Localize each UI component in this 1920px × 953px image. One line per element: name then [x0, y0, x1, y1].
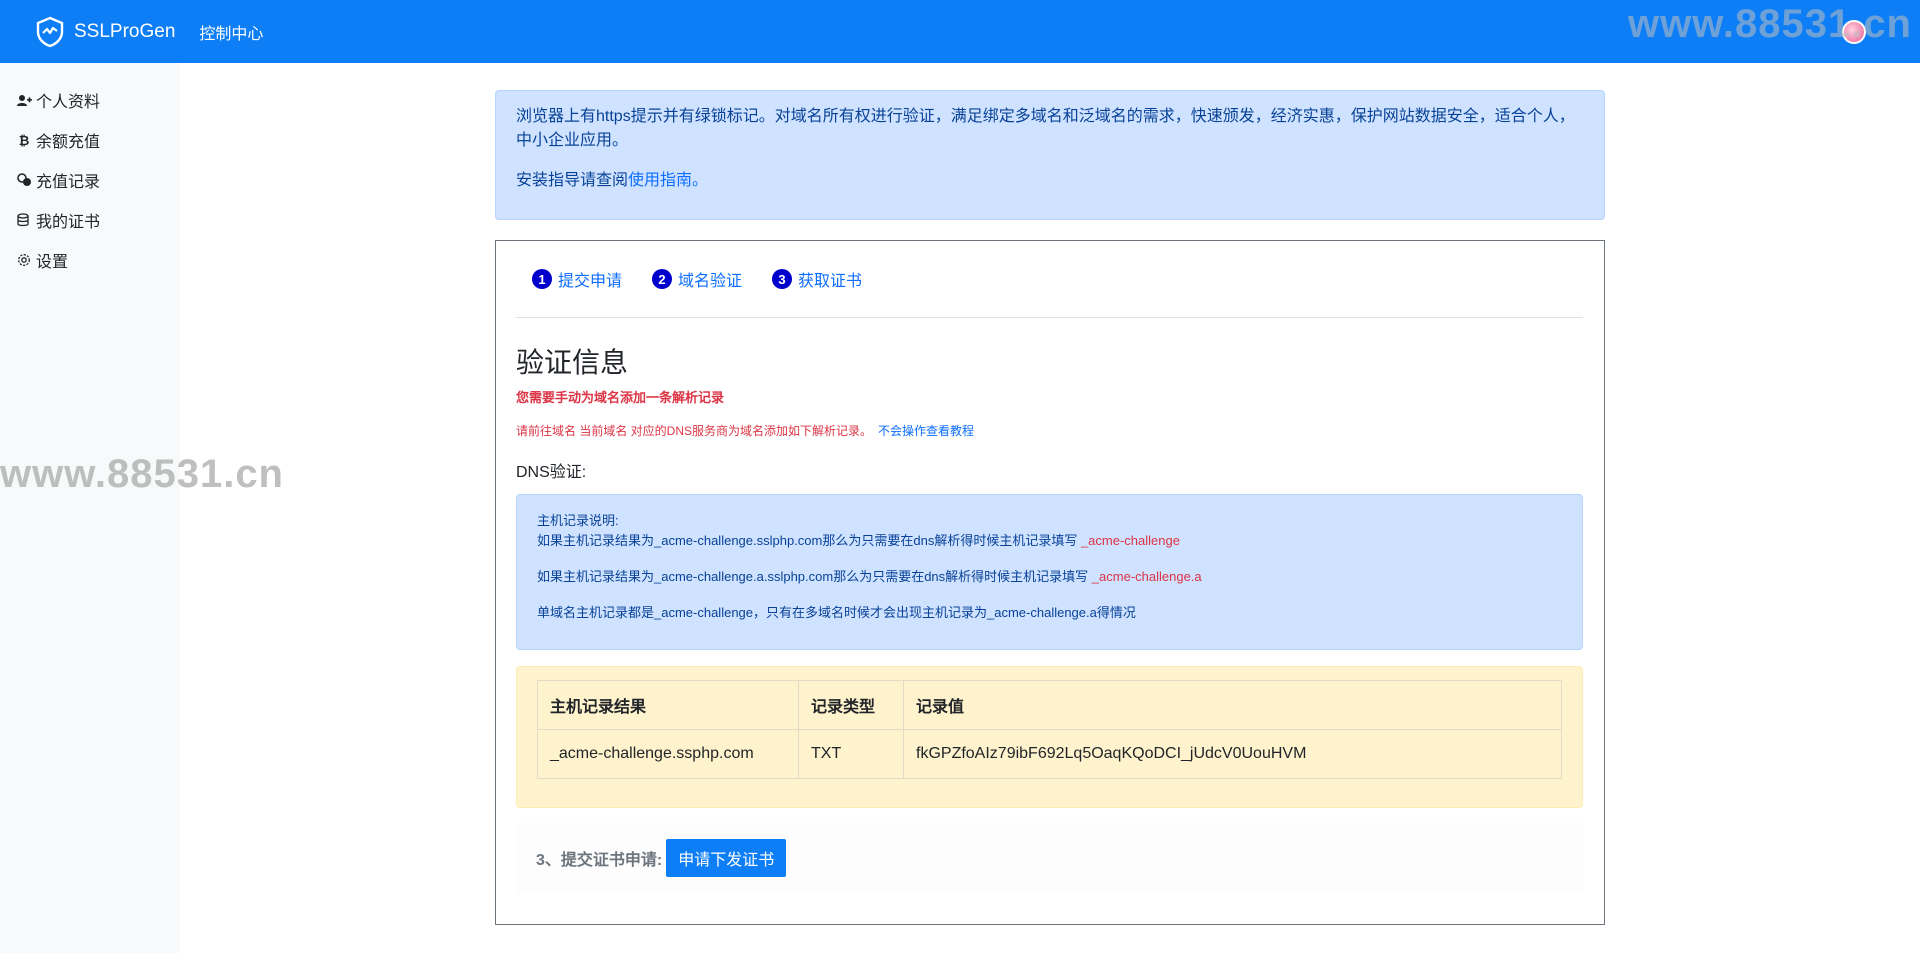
table-header-row: 主机记录结果 记录类型 记录值 [537, 680, 1562, 730]
coins-icon [16, 173, 32, 187]
column-header: 记录值 [903, 680, 1562, 730]
record-type-cell[interactable]: TXT [798, 729, 904, 779]
sidebar-item-recharge[interactable]: ₿ 余额充值 [0, 120, 180, 160]
step-number: 1 [532, 269, 552, 289]
brand-name: SSLProGen [74, 20, 176, 42]
warning-line: 请前往域名 当前域名 对应的DNS服务商为域名添加如下解析记录。 不会操作查看教程 [516, 422, 974, 439]
warning-text: 请前往域名 当前域名 对应的DNS服务商为域名添加如下解析记录。 [516, 424, 873, 438]
dns-verify-label: DNS验证: [516, 464, 587, 481]
submit-row: 3、提交证书申请: 申请下发证书 [516, 823, 1583, 893]
notes-line-2: 如果主机记录结果为_acme-challenge.a.sslphp.com那么为… [537, 567, 1562, 587]
table-row: _acme-challenge.ssphp.com TXT fkGPZfoAIz… [537, 729, 1562, 779]
dns-record-panel: 主机记录结果 记录类型 记录值 _acme-challenge.ssphp.co… [516, 666, 1583, 808]
step-number: 3 [772, 269, 793, 289]
sidebar-item-label: 我的证书 [36, 214, 101, 231]
step-tabs: 1 提交申请 2 域名验证 3 获取证书 [532, 267, 892, 291]
step-label: 获取证书 [798, 273, 863, 290]
usage-guide-link[interactable]: 使用指南 [628, 172, 692, 189]
divider [516, 317, 1583, 318]
sidebar-item-my-certificates[interactable]: 我的证书 [0, 200, 180, 240]
warning-bold: 您需要手动为域名添加一条解析记录 [516, 390, 725, 405]
watermark-top: www.88531.cn [1628, 2, 1912, 46]
gear-icon [16, 253, 32, 267]
guide-suffix: 。 [692, 172, 709, 189]
sidebar-item-label: 个人资料 [36, 94, 101, 111]
database-icon [16, 213, 32, 227]
top-navbar: SSLProGen 控制中心 www.88531.cn [0, 0, 1920, 63]
host-record-cell[interactable]: _acme-challenge.ssphp.com [537, 729, 799, 779]
notes-highlight: _acme-challenge.a [1091, 569, 1202, 584]
submit-label: 3、提交证书申请: [536, 852, 663, 869]
sidebar-item-label: 充值记录 [36, 174, 101, 191]
step-submit[interactable]: 1 提交申请 [532, 267, 622, 291]
step-domain-verify[interactable]: 2 域名验证 [652, 267, 742, 291]
dns-record-table: 主机记录结果 记录类型 记录值 _acme-challenge.ssphp.co… [537, 680, 1562, 779]
notes-highlight: _acme-challenge [1080, 533, 1180, 548]
bitcoin-icon: ₿ [18, 132, 30, 148]
sidebar: 个人资料 ₿ 余额充值 充值记录 我的证书 设置 [0, 63, 180, 953]
issue-certificate-button[interactable]: 申请下发证书 [666, 839, 787, 877]
sidebar-item-settings[interactable]: 设置 [0, 240, 180, 280]
tutorial-link[interactable]: 不会操作查看教程 [878, 424, 974, 438]
host-record-notes: 主机记录说明: 如果主机记录结果为_acme-challenge.sslphp.… [516, 494, 1583, 650]
guide-prefix: 安装指导请查阅 [516, 172, 629, 189]
notes-title: 主机记录说明: [537, 513, 619, 528]
sidebar-item-profile[interactable]: 个人资料 [0, 80, 180, 120]
column-header: 记录类型 [798, 680, 904, 730]
step-label: 提交申请 [558, 273, 623, 290]
shield-logo-icon [34, 16, 66, 48]
sidebar-item-label: 余额充值 [36, 134, 101, 151]
record-value-cell[interactable]: fkGPZfoAIz79ibF692Lq5OaqKQoDCI_jUdcV0Uou… [903, 729, 1562, 779]
column-header: 主机记录结果 [537, 680, 799, 730]
sidebar-item-recharge-history[interactable]: 充值记录 [0, 160, 180, 200]
brand[interactable]: SSLProGen [34, 16, 175, 48]
verification-card: 1 提交申请 2 域名验证 3 获取证书 验证信息 您需要手动为域名添加一条解析… [495, 240, 1605, 925]
info-alert: 浏览器上有https提示并有绿锁标记。对域名所有权进行验证，满足绑定多域名和泛域… [495, 90, 1605, 220]
step-number: 2 [652, 269, 673, 289]
step-get-certificate[interactable]: 3 获取证书 [772, 267, 862, 291]
watermark-left: www.88531.cn [0, 452, 284, 496]
nav-control-center[interactable]: 控制中心 [199, 20, 263, 44]
install-guide-line: 安装指导请查阅使用指南。 [516, 169, 1584, 193]
notes-text: 如果主机记录结果为_acme-challenge.sslphp.com那么为只需… [537, 533, 1078, 548]
notes-line-3: 单域名主机记录都是_acme-challenge，只有在多域名时候才会出现主机记… [537, 605, 1136, 620]
step-label: 域名验证 [678, 273, 743, 290]
notes-line-1: 如果主机记录结果为_acme-challenge.sslphp.com那么为只需… [537, 531, 1562, 551]
notes-text: 如果主机记录结果为_acme-challenge.a.sslphp.com那么为… [537, 569, 1089, 584]
info-description: 浏览器上有https提示并有绿锁标记。对域名所有权进行验证，满足绑定多域名和泛域… [516, 108, 1575, 149]
section-title: 验证信息 [516, 347, 629, 378]
sidebar-item-label: 设置 [36, 254, 69, 271]
user-plus-icon [16, 94, 32, 107]
